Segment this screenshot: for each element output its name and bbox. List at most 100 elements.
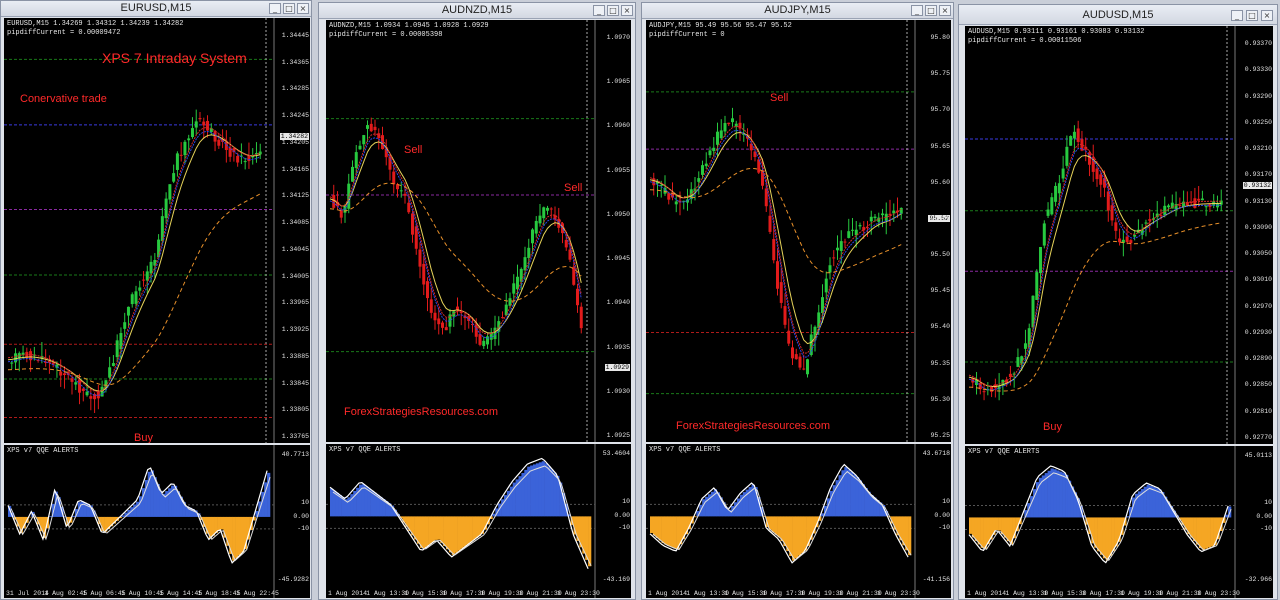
qqe-histogram-bar xyxy=(855,477,860,517)
candle-body xyxy=(1200,198,1204,201)
qqe-indicator-panel[interactable]: XPS v7 QQE ALERTS 45.0113 10 0.00 -10 -32.96… xyxy=(965,446,1273,598)
qqe-histogram-bar xyxy=(1100,517,1104,555)
qqe-histogram-bar xyxy=(547,466,551,517)
window-titlebar[interactable]: EURUSD,M15 _ □ × xyxy=(1,1,311,17)
ma-orange-line xyxy=(968,222,1222,392)
close-button[interactable]: × xyxy=(1261,10,1273,21)
qqe-histogram-bar xyxy=(463,516,467,547)
price-tick-label: 0.93090 xyxy=(1244,223,1272,231)
price-tick-label: 1.0930 xyxy=(606,387,630,395)
time-tick-label: 1 Aug 19:30 xyxy=(1120,590,1164,597)
qqe-histogram-bar xyxy=(1056,470,1060,518)
qqe-histogram-bar xyxy=(1152,487,1156,518)
candle-body xyxy=(1065,146,1069,166)
close-button[interactable]: × xyxy=(297,3,309,14)
candle-body xyxy=(1054,185,1058,202)
maximize-button[interactable]: □ xyxy=(283,3,295,14)
qqe-tick-label: 10 xyxy=(301,498,309,506)
qqe-histogram-bar xyxy=(1201,517,1206,550)
qqe-histogram-bar xyxy=(457,516,461,551)
price-chart[interactable]: AUDNZD,M15 1.0934 1.0945 1.0928 1.0929 p… xyxy=(326,20,631,442)
time-tick-label: 1 Aug 23:30 xyxy=(557,590,600,597)
chart-window-audusd[interactable]: AUDUSD,M15 _ □ × AUDUSD,M15 0.93111 0.93… xyxy=(958,4,1278,600)
price-chart[interactable]: EURUSD,M15 1.34269 1.34312 1.34239 1.342… xyxy=(4,18,310,443)
candle-body xyxy=(1072,131,1076,139)
window-titlebar[interactable]: AUDNZD,M15 _ □ × xyxy=(319,3,635,19)
candle-body xyxy=(1125,236,1129,243)
qqe-histogram-bar xyxy=(734,502,738,517)
qqe-label: XPS v7 QQE ALERTS xyxy=(7,447,79,455)
qqe-histogram-bar xyxy=(673,516,677,549)
time-tick-label: 1 Aug 15:30 xyxy=(404,590,448,597)
maximize-button[interactable]: □ xyxy=(607,5,619,16)
time-tick-label: 1 Aug 15:30 xyxy=(1043,590,1087,597)
qqe-histogram-bar xyxy=(330,488,334,517)
qqe-histogram-bar xyxy=(850,472,854,517)
candle-body xyxy=(564,239,568,248)
minimize-button[interactable]: _ xyxy=(269,3,281,14)
candle-body xyxy=(719,130,723,139)
chart-window-audnzd[interactable]: AUDNZD,M15 _ □ × AUDNZD,M15 1.0934 1.094… xyxy=(318,2,636,600)
candle-body xyxy=(202,121,206,126)
qqe-indicator-panel[interactable]: XPS v7 QQE ALERTS 43.6718 10 0.00 -10 -41.15… xyxy=(646,444,951,598)
candle-body xyxy=(126,306,130,316)
qqe-histogram-bar xyxy=(530,465,534,517)
price-tick-label: 1.34285 xyxy=(281,85,309,93)
maximize-button[interactable]: □ xyxy=(1246,10,1258,21)
chart-window-eurusd[interactable]: EURUSD,M15 _ □ × EURUSD,M15 1.34269 1.34… xyxy=(0,0,312,600)
close-button[interactable]: × xyxy=(621,5,633,16)
qqe-histogram-bar xyxy=(803,516,807,551)
candle-body xyxy=(78,379,82,393)
price-tick-label: 0.93210 xyxy=(1244,145,1272,153)
candle-body xyxy=(727,122,731,125)
candle-body xyxy=(1148,219,1152,221)
qqe-histogram-bar xyxy=(1155,488,1159,518)
price-chart[interactable]: AUDUSD,M15 0.93111 0.93161 0.93083 0.931… xyxy=(965,26,1273,444)
qqe-indicator-panel[interactable]: XPS v7 QQE ALERTS 53.4604 10 0.00 -10 -43.16… xyxy=(326,444,631,598)
candle-body xyxy=(194,121,198,128)
time-tick-label: 1 Aug 13:30 xyxy=(1005,590,1049,597)
minimize-button[interactable]: _ xyxy=(911,5,923,16)
candle-body xyxy=(247,155,251,162)
qqe-tick-label: 0.00 xyxy=(614,512,630,520)
price-tick-label: 1.33965 xyxy=(281,299,309,307)
maximize-button[interactable]: □ xyxy=(925,5,937,16)
qqe-tick-label: 10 xyxy=(622,498,630,506)
price-tick-label: 0.93290 xyxy=(1244,92,1272,100)
candle-body xyxy=(1144,222,1148,224)
candle-body xyxy=(366,125,369,129)
qqe-histogram-bar xyxy=(1047,470,1051,518)
price-tick-label: 95.65 xyxy=(930,142,950,150)
window-title: AUDNZD,M15 xyxy=(441,4,513,16)
qqe-histogram-bar xyxy=(670,516,674,548)
site-watermark: ForexStrategiesResources.com xyxy=(344,406,499,418)
window-titlebar[interactable]: AUDUSD,M15 _ □ × xyxy=(959,5,1277,25)
time-tick-label: 1 Aug 19:30 xyxy=(800,590,844,597)
current-price-tag: 0.93132 xyxy=(1242,182,1272,189)
qqe-histogram-bar xyxy=(771,516,775,533)
candle-body xyxy=(843,241,847,243)
minimize-button[interactable]: _ xyxy=(1231,10,1243,21)
qqe-histogram-bar xyxy=(1207,517,1211,548)
candle-body xyxy=(213,131,217,142)
ma-yellow-line xyxy=(329,141,582,334)
close-button[interactable]: × xyxy=(939,5,951,16)
qqe-histogram-bar xyxy=(533,464,537,517)
candle-body xyxy=(168,184,172,200)
chart-window-audjpy[interactable]: AUDJPY,M15 _ □ × AUDJPY,M15 95.49 95.56 … xyxy=(641,2,954,600)
qqe-histogram-bar xyxy=(795,516,799,559)
candle-body xyxy=(1159,215,1163,217)
window-title: EURUSD,M15 xyxy=(120,2,192,14)
qqe-histogram-bar xyxy=(792,516,796,561)
qqe-histogram-bar xyxy=(469,516,473,543)
window-titlebar[interactable]: AUDJPY,M15 _ □ × xyxy=(642,3,953,19)
qqe-histogram-bar xyxy=(1204,517,1209,549)
minimize-button[interactable]: _ xyxy=(593,5,605,16)
qqe-histogram-bar xyxy=(861,484,865,517)
candle-body xyxy=(1099,174,1103,185)
system-watermark: XPS 7 Intraday System xyxy=(102,50,247,66)
price-chart[interactable]: AUDJPY,M15 95.49 95.56 95.47 95.52 pipdi… xyxy=(646,20,951,442)
qqe-histogram-bar xyxy=(974,517,979,541)
qqe-indicator-panel[interactable]: XPS v7 QQE ALERTS 40.7713 10 0.00 -10 -45.92… xyxy=(4,445,310,598)
candle-body xyxy=(111,363,115,366)
